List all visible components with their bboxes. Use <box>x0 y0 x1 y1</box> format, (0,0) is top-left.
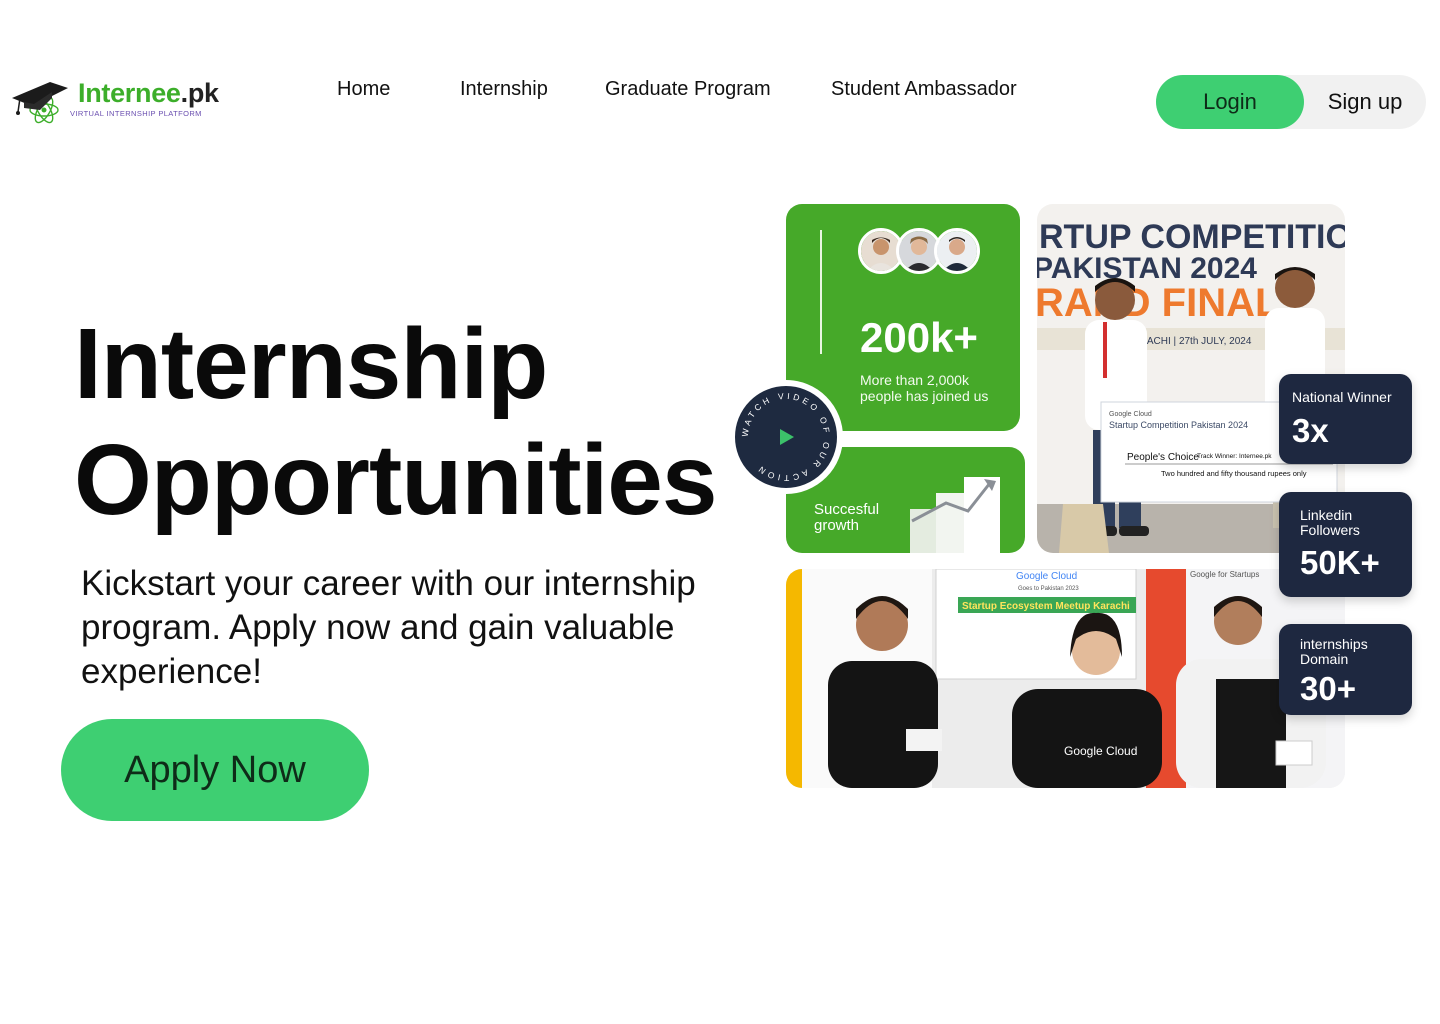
hero-title: Internship Opportunities <box>74 306 718 538</box>
stat-internship-domains: internships Domain 30+ <box>1279 624 1412 715</box>
nav-home[interactable]: Home <box>337 78 390 101</box>
avatar-group <box>858 228 988 274</box>
graduation-cap-icon <box>12 82 68 124</box>
cheque-brand: Google Cloud <box>1109 411 1152 418</box>
stat-value: 30+ <box>1300 670 1356 707</box>
nav-graduate-program[interactable]: Graduate Program <box>605 78 771 101</box>
screen-subtitle: Goes to Pakistan 2023 <box>1018 586 1079 592</box>
hero-title-line-2: Opportunities <box>74 424 718 536</box>
shirt-text: Google Cloud <box>1064 744 1137 758</box>
stat-label: Linkedin Followers <box>1300 507 1360 538</box>
watch-video-ring: WATCH VIDEO OF OUR ACTION <box>740 391 829 483</box>
cheque-payee: People's Choice <box>1127 452 1199 463</box>
screen-title: Startup Ecosystem Meetup Karachi <box>962 601 1130 612</box>
cheque-sum: Two hundred and fifty thousand rupees on… <box>1161 469 1307 478</box>
logo-wordmark: Internee.pk <box>78 78 219 108</box>
growth-chart-icon <box>910 477 1000 553</box>
cheque-note: Track Winner: Internee.pk <box>1197 453 1272 460</box>
banner-venue: ARACHI | 27th JULY, 2024 <box>1133 336 1252 347</box>
nav-student-ambassador[interactable]: Student Ambassador <box>831 78 1017 101</box>
stat-value: 50K+ <box>1300 544 1380 581</box>
hero-subtitle: Kickstart your career with our internshi… <box>81 564 696 691</box>
watch-video-button[interactable]: WATCH VIDEO OF OUR ACTION <box>729 380 843 494</box>
signup-button[interactable]: Sign up <box>1304 75 1426 129</box>
logo[interactable]: Internee.pk VIRTUAL INTERNSHIP PLATFORM <box>10 74 220 130</box>
stat-label: internships Domain <box>1300 636 1368 667</box>
joined-text: More than 2,000k people has joined us <box>860 372 989 404</box>
stat-linkedin-followers: Linkedin Followers 50K+ <box>1279 492 1412 597</box>
hero-title-line-1: Internship <box>74 308 548 420</box>
stat-national-winner: National Winner 3x <box>1279 374 1412 464</box>
meetup-photo: Google Cloud Goes to Pakistan 2023 Start… <box>786 569 1345 788</box>
screen-brand: Google Cloud <box>1016 571 1077 582</box>
growth-label: Succesful growth <box>814 501 880 534</box>
divider <box>820 230 822 354</box>
apply-now-button[interactable]: Apply Now <box>61 719 369 821</box>
banner-line-1: RTUP COMPETITION <box>1039 218 1345 256</box>
stat-label: National Winner <box>1292 389 1392 405</box>
cheque-title: Startup Competition Pakistan 2024 <box>1109 420 1248 430</box>
auth-toggle: Login Sign up <box>1156 75 1426 129</box>
side-brand: Google for Startups <box>1190 570 1259 579</box>
logo-tagline: VIRTUAL INTERNSHIP PLATFORM <box>70 109 202 118</box>
banner-line-3: RAND FINAL <box>1037 281 1279 325</box>
login-button[interactable]: Login <box>1156 75 1304 129</box>
nav-internship[interactable]: Internship <box>460 78 548 101</box>
joined-count: 200k+ <box>860 314 978 361</box>
avatar <box>934 228 980 274</box>
stat-value: 3x <box>1292 412 1329 449</box>
play-icon <box>780 429 794 445</box>
